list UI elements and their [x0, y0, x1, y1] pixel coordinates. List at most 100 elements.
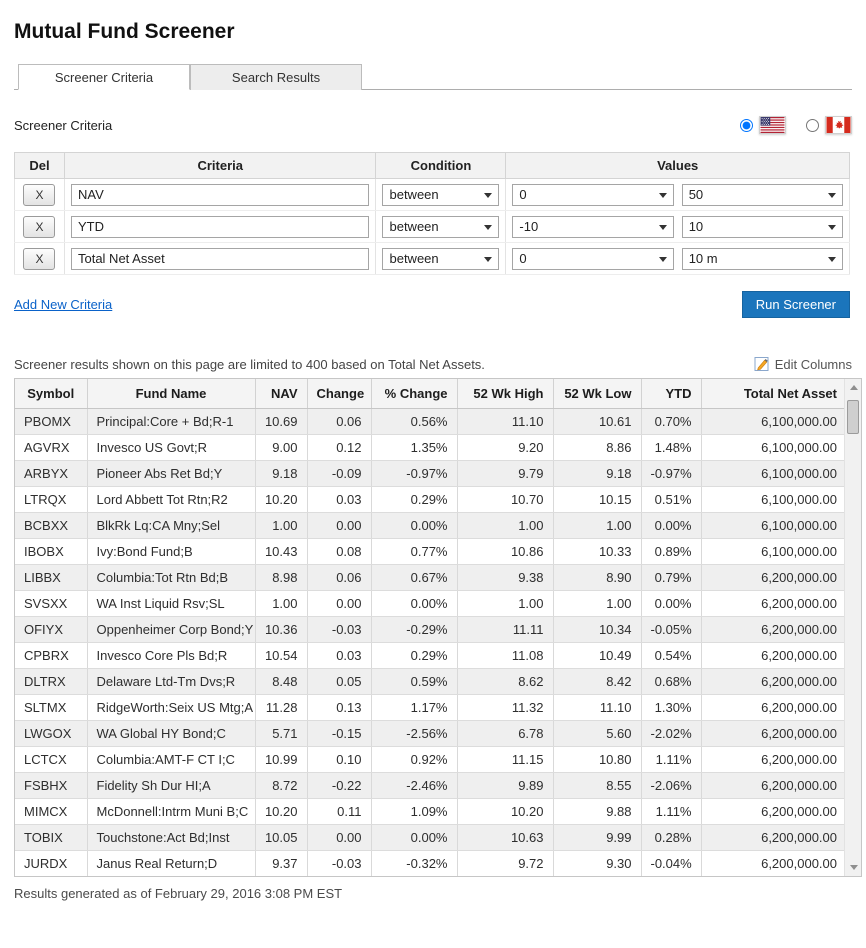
cell-change: 0.05	[307, 668, 371, 694]
table-row[interactable]: LTRQXLord Abbett Tot Rtn;R210.200.030.29…	[15, 486, 846, 512]
results-timestamp: Results generated as of February 29, 201…	[14, 886, 852, 901]
cell-52wk-high: 9.20	[457, 434, 553, 460]
cell-52wk-low: 10.49	[553, 642, 641, 668]
cell-ytd: 0.68%	[641, 668, 701, 694]
cell-change: 0.13	[307, 694, 371, 720]
table-row[interactable]: CPBRXInvesco Core Pls Bd;R10.540.030.29%…	[15, 642, 846, 668]
country-option-canada[interactable]	[806, 116, 852, 134]
cell-52wk-low: 9.99	[553, 824, 641, 850]
column-header-total-net-asset[interactable]: Total Net Asset	[701, 379, 846, 408]
value-from-select[interactable]: -10	[512, 216, 673, 238]
table-row[interactable]: DLTRXDelaware Ltd-Tm Dvs;R8.480.050.59%8…	[15, 668, 846, 694]
table-row[interactable]: LWGOXWA Global HY Bond;C5.71-0.15-2.56%6…	[15, 720, 846, 746]
cell-ytd: -2.02%	[641, 720, 701, 746]
value-from-select[interactable]: 0	[512, 248, 673, 270]
chevron-down-icon	[659, 225, 667, 230]
cell-52wk-low: 9.88	[553, 798, 641, 824]
cell-ytd: -0.97%	[641, 460, 701, 486]
add-new-criteria-link[interactable]: Add New Criteria	[14, 297, 112, 312]
cell-nav: 1.00	[255, 512, 307, 538]
canada-radio[interactable]	[806, 119, 819, 132]
cell-52wk-low: 5.60	[553, 720, 641, 746]
column-header-fund-name[interactable]: Fund Name	[87, 379, 255, 408]
tab-search-results[interactable]: Search Results	[190, 64, 362, 90]
cell-total-net-asset: 6,100,000.00	[701, 538, 846, 564]
cell-nav: 10.20	[255, 798, 307, 824]
table-row[interactable]: FSBHXFidelity Sh Dur HI;A8.72-0.22-2.46%…	[15, 772, 846, 798]
cell-symbol: LCTCX	[15, 746, 87, 772]
cell-52wk-high: 1.00	[457, 512, 553, 538]
table-row[interactable]: SVSXXWA Inst Liquid Rsv;SL1.000.000.00%1…	[15, 590, 846, 616]
table-row[interactable]: MIMCXMcDonnell:Intrm Muni B;C10.200.111.…	[15, 798, 846, 824]
delete-criteria-button[interactable]: X	[23, 216, 55, 238]
criteria-input[interactable]	[71, 248, 370, 270]
table-row[interactable]: BCBXXBlkRk Lq:CA Mny;Sel1.000.000.00%1.0…	[15, 512, 846, 538]
table-row[interactable]: IBOBXIvy:Bond Fund;B10.430.080.77%10.861…	[15, 538, 846, 564]
condition-select[interactable]: between	[382, 216, 499, 238]
vertical-scrollbar[interactable]	[844, 379, 861, 876]
table-row[interactable]: TOBIXTouchstone:Act Bd;Inst10.050.000.00…	[15, 824, 846, 850]
table-row[interactable]: AGVRXInvesco US Govt;R9.000.121.35%9.208…	[15, 434, 846, 460]
cell-total-net-asset: 6,200,000.00	[701, 824, 846, 850]
cell-nav: 9.00	[255, 434, 307, 460]
cell-total-net-asset: 6,200,000.00	[701, 772, 846, 798]
cell-fund-name: Invesco Core Pls Bd;R	[87, 642, 255, 668]
column-header-nav[interactable]: NAV	[255, 379, 307, 408]
scrollbar-thumb[interactable]	[847, 400, 859, 434]
cell-change: -0.09	[307, 460, 371, 486]
criteria-input[interactable]	[71, 216, 370, 238]
table-row[interactable]: SLTMXRidgeWorth:Seix US Mtg;A11.280.131.…	[15, 694, 846, 720]
delete-criteria-button[interactable]: X	[23, 184, 55, 206]
criteria-input[interactable]	[71, 184, 370, 206]
cell-pct-change: 1.17%	[371, 694, 457, 720]
cell-52wk-high: 11.15	[457, 746, 553, 772]
column-header-ytd[interactable]: YTD	[641, 379, 701, 408]
delete-criteria-button[interactable]: X	[23, 248, 55, 270]
cell-change: 0.11	[307, 798, 371, 824]
table-row[interactable]: ARBYXPioneer Abs Ret Bd;Y9.18-0.09-0.97%…	[15, 460, 846, 486]
scroll-down-arrow-icon[interactable]	[845, 859, 862, 876]
column-header-symbol[interactable]: Symbol	[15, 379, 87, 408]
cell-change: 0.00	[307, 512, 371, 538]
results-note-row: Screener results shown on this page are …	[14, 356, 852, 372]
us-radio[interactable]	[740, 119, 753, 132]
country-option-us[interactable]	[740, 116, 786, 134]
cell-total-net-asset: 6,200,000.00	[701, 590, 846, 616]
table-row[interactable]: OFIYXOppenheimer Corp Bond;Y10.36-0.03-0…	[15, 616, 846, 642]
results-tbody: PBOMXPrincipal:Core + Bd;R-110.690.060.5…	[15, 408, 846, 876]
cell-ytd: 0.79%	[641, 564, 701, 590]
column-header-pct-change[interactable]: % Change	[371, 379, 457, 408]
condition-select[interactable]: between	[382, 184, 499, 206]
cell-nav: 10.20	[255, 486, 307, 512]
run-screener-button[interactable]: Run Screener	[742, 291, 850, 318]
chevron-down-icon	[659, 257, 667, 262]
condition-select[interactable]: between	[382, 248, 499, 270]
column-header-52wk-high[interactable]: 52 Wk High	[457, 379, 553, 408]
cell-total-net-asset: 6,200,000.00	[701, 694, 846, 720]
value-to-select[interactable]: 10	[682, 216, 843, 238]
cell-nav: 10.36	[255, 616, 307, 642]
cell-52wk-low: 8.86	[553, 434, 641, 460]
cell-ytd: 0.00%	[641, 590, 701, 616]
cell-symbol: FSBHX	[15, 772, 87, 798]
tab-screener-criteria[interactable]: Screener Criteria	[18, 64, 190, 90]
scroll-up-arrow-icon[interactable]	[845, 379, 862, 396]
cell-symbol: SVSXX	[15, 590, 87, 616]
cell-52wk-high: 9.79	[457, 460, 553, 486]
value-from-select[interactable]: 0	[512, 184, 673, 206]
column-header-52wk-low[interactable]: 52 Wk Low	[553, 379, 641, 408]
edit-columns-link[interactable]: Edit Columns	[754, 356, 852, 372]
cell-symbol: CPBRX	[15, 642, 87, 668]
column-header-change[interactable]: Change	[307, 379, 371, 408]
value-to-select[interactable]: 50	[682, 184, 843, 206]
table-row[interactable]: LIBBXColumbia:Tot Rtn Bd;B8.980.060.67%9…	[15, 564, 846, 590]
chevron-down-icon	[659, 193, 667, 198]
table-row[interactable]: PBOMXPrincipal:Core + Bd;R-110.690.060.5…	[15, 408, 846, 434]
value-to-select[interactable]: 10 m	[682, 248, 843, 270]
table-row[interactable]: LCTCXColumbia:AMT-F CT I;C10.990.100.92%…	[15, 746, 846, 772]
results-header-row: Symbol Fund Name NAV Change % Change 52 …	[15, 379, 846, 408]
cell-pct-change: 1.09%	[371, 798, 457, 824]
cell-nav: 11.28	[255, 694, 307, 720]
table-row[interactable]: JURDXJanus Real Return;D9.37-0.03-0.32%9…	[15, 850, 846, 876]
cell-pct-change: -2.46%	[371, 772, 457, 798]
